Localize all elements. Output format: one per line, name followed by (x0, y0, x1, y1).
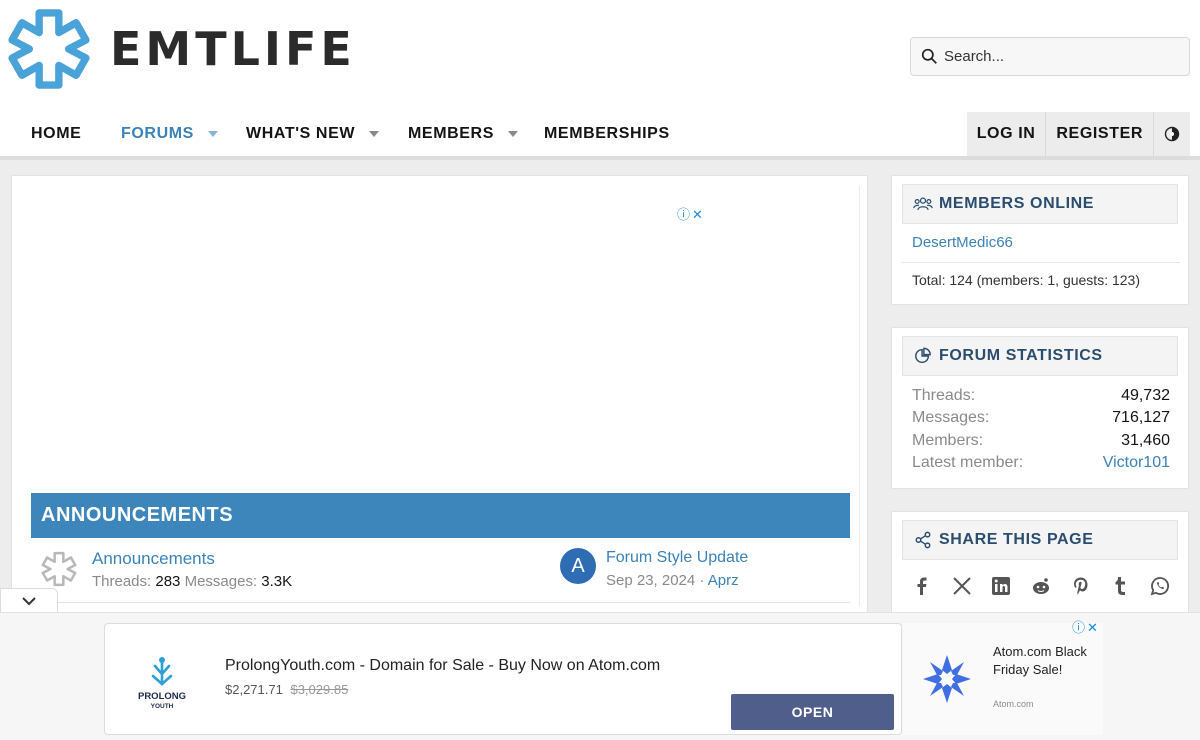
forum-title-link[interactable]: Announcements (92, 549, 215, 569)
x-icon[interactable] (952, 576, 972, 596)
messages-count: 3.3K (261, 573, 293, 590)
search-input[interactable] (944, 48, 1184, 65)
prolong-youth-logo: PROLONG YOUTH (138, 657, 186, 710)
emtlife-logo-icon[interactable] (8, 7, 90, 91)
nav-whats-new[interactable]: WHAT'S NEW (246, 112, 380, 156)
reddit-icon[interactable] (1031, 576, 1051, 596)
share-icon (915, 531, 931, 549)
messages-label: Messages: (184, 573, 258, 590)
nav-home-label: HOME (31, 125, 82, 142)
forum-statistics-block: FORUM STATISTICS Threads: 49,732 Message… (891, 327, 1189, 489)
share-title: SHARE THIS PAGE (939, 531, 1094, 548)
forum-statistics-title: FORUM STATISTICS (939, 347, 1103, 364)
site-logo-text[interactable]: EMTLIFE (110, 22, 356, 76)
divider (859, 186, 860, 606)
ad-choices-icon[interactable]: ⓘ✕ (1072, 617, 1100, 636)
latest-thread-link[interactable]: Forum Style Update (606, 549, 748, 567)
ad-choices-icon[interactable]: ⓘ✕ (677, 204, 705, 223)
nav-memberships-label: MEMBERSHIPS (544, 125, 670, 142)
stat-row-messages: Messages: 716,127 (912, 409, 1170, 427)
members-online-block: MEMBERS ONLINE DesertMedic66 Total: 124 … (891, 175, 1189, 305)
latest-user-link[interactable]: Aprz (708, 572, 739, 589)
nav-memberships[interactable]: MEMBERSHIPS (544, 112, 670, 156)
latest-member-link[interactable]: Victor101 (1103, 454, 1170, 472)
facebook-icon[interactable] (912, 576, 932, 596)
stat-row-latest-member: Latest member: Victor101 (912, 454, 1170, 472)
category-header[interactable]: ANNOUNCEMENTS (31, 493, 850, 538)
pie-chart-icon (915, 347, 931, 364)
tumblr-icon[interactable] (1110, 576, 1130, 596)
atom-ad-domain: Atom.com (993, 699, 1034, 709)
ad-old-price: $3,029.85 (290, 682, 349, 697)
chevron-down-icon (22, 596, 36, 605)
atom-logo-icon (923, 655, 971, 703)
main-nav: HOME FORUMS WHAT'S NEW MEMBERS MEMBERSHI… (0, 112, 1200, 160)
nav-members-label: MEMBERS (408, 125, 494, 142)
ad-open-button[interactable]: OPEN (731, 694, 894, 730)
latest-date[interactable]: Sep 23, 2024 (606, 572, 695, 589)
forum-row: Announcements Threads: 283 Messages: 3.3… (31, 538, 850, 603)
ad-card[interactable]: PROLONG YOUTH ProlongYouth.com - Domain … (104, 623, 902, 735)
forum-stats: Threads: 283 Messages: 3.3K (92, 573, 292, 590)
chevron-down-icon[interactable] (369, 131, 380, 137)
pinterest-icon[interactable] (1071, 576, 1091, 596)
online-total: Total: 124 (members: 1, guests: 123) (902, 262, 1180, 288)
nav-whats-new-label: WHAT'S NEW (246, 125, 356, 142)
share-buttons (912, 576, 1170, 596)
theme-toggle-button[interactable] (1154, 112, 1190, 156)
atom-ad-text: Atom.com Black Friday Sale! (993, 644, 1087, 677)
account-links: LOG IN REGISTER (966, 112, 1190, 156)
register-button[interactable]: REGISTER (1046, 112, 1154, 156)
whatsapp-icon[interactable] (1150, 576, 1170, 596)
share-block: SHARE THIS PAGE (891, 511, 1189, 621)
stat-label: Messages: (912, 409, 990, 426)
nav-forums[interactable]: FORUMS (121, 112, 218, 156)
theme-toggle-icon (1164, 126, 1180, 142)
members-online-header[interactable]: MEMBERS ONLINE (902, 184, 1178, 224)
ad-title[interactable]: ProlongYouth.com - Domain for Sale - Buy… (225, 657, 660, 675)
search-icon (921, 48, 937, 64)
ad-price: $2,271.71 $3,029.85 (225, 682, 348, 697)
forum-statistics-header[interactable]: FORUM STATISTICS (902, 336, 1178, 376)
threads-count: 283 (155, 573, 181, 590)
share-header[interactable]: SHARE THIS PAGE (902, 520, 1178, 560)
main-content: ⓘ✕ ANNOUNCEMENTS Announcements Threads: … (11, 175, 868, 615)
login-button[interactable]: LOG IN (967, 112, 1047, 156)
chevron-down-icon[interactable] (207, 131, 218, 137)
linkedin-icon[interactable] (991, 576, 1011, 596)
forum-icon (41, 551, 77, 587)
stat-value: 716,127 (1112, 409, 1170, 426)
nav-members[interactable]: MEMBERS (408, 112, 518, 156)
prolong-brand-line2: YOUTH (151, 703, 174, 710)
online-user-link[interactable]: DesertMedic66 (912, 234, 1013, 251)
stat-label: Members: (912, 432, 984, 449)
chevron-down-icon[interactable] (507, 131, 518, 137)
nav-home[interactable]: HOME (31, 112, 81, 156)
stat-label: Latest member: (912, 454, 1024, 471)
stat-row-members: Members: 31,460 (912, 432, 1170, 450)
latest-thread-meta: Sep 23, 2024 · Aprz (606, 572, 739, 589)
prolong-brand-line1: PROLONG (138, 691, 186, 702)
avatar[interactable]: A (560, 548, 596, 584)
nav-forums-label: FORUMS (121, 125, 194, 142)
stat-row-threads: Threads: 49,732 (912, 387, 1170, 405)
site-header: EMTLIFE (0, 0, 1200, 112)
users-icon (913, 197, 933, 211)
bottom-ad-bar: PROLONG YOUTH ProlongYouth.com - Domain … (0, 612, 1200, 740)
stat-value: 31,460 (1121, 432, 1170, 449)
ad-sidebar[interactable]: Atom.com Black Friday Sale! Atom.com (903, 623, 1103, 735)
search-box[interactable] (910, 37, 1190, 76)
threads-label: Threads: (92, 573, 152, 590)
stat-value: 49,732 (1121, 387, 1170, 404)
ad-collapse-button[interactable] (0, 588, 58, 612)
meta-separator: · (699, 572, 705, 589)
ad-current-price: $2,271.71 (225, 682, 283, 697)
members-online-title: MEMBERS ONLINE (939, 195, 1095, 212)
stat-label: Threads: (912, 387, 976, 404)
